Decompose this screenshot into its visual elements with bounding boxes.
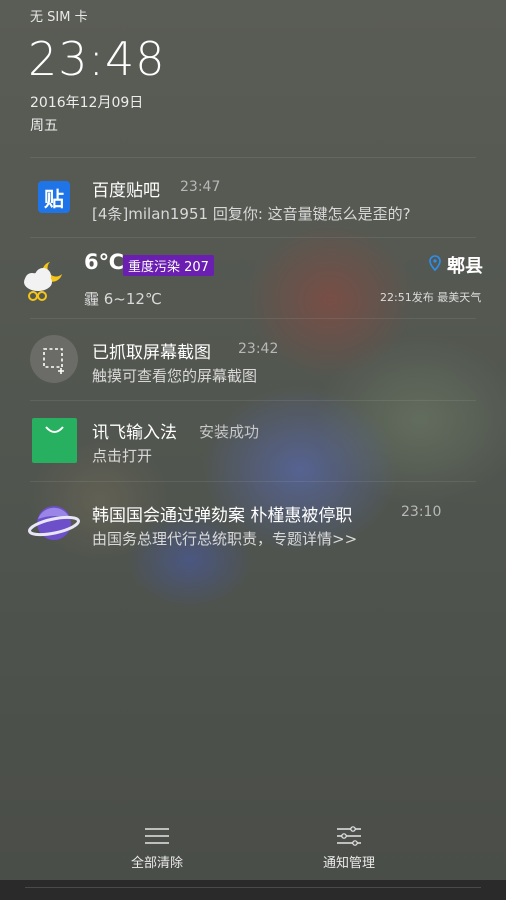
notification-title: 韩国国会通过弹劾案 朴槿惠被停职 [92,506,353,526]
divider [30,157,476,158]
notification-time: 23:47 [180,179,221,195]
notification-body: 点击打开 [92,447,153,465]
notification-body: 触摸可查看您的屏幕截图 [92,367,258,385]
notification-title: 已抓取屏幕截图 [92,343,211,363]
notification-time: 23:42 [238,341,279,357]
lockscreen-clock: 23:48 [28,32,166,86]
navigation-bar [0,880,506,900]
notification-body: [4条]milan1951 回复你: 这音量键怎么是歪的? [92,205,411,223]
notification-weather[interactable] [0,238,506,318]
notification-screenshot[interactable]: 已抓取屏幕截图 23:42 触摸可查看您的屏幕截图 [0,319,506,399]
ifly-bag-icon [32,418,77,463]
tieba-icon: 贴 [38,181,70,213]
notification-time: 23:10 [401,504,442,520]
install-status: 安装成功 [199,423,260,441]
clear-all-icon [145,828,169,844]
notification-manage-button[interactable]: 通知管理 [289,810,409,880]
notification-manage-label: 通知管理 [322,856,375,871]
notification-title: 百度贴吧 [92,181,160,201]
weather-location: 郫县 [447,256,483,277]
notification-body: 由国务总理代行总统职责，专题详情>> [92,530,358,548]
nav-divider [25,887,481,888]
notification-news[interactable]: 韩国国会通过弹劾案 朴槿惠被停职 23:10 由国务总理代行总统职责，专题详情>… [0,482,506,562]
planet-icon [28,506,80,540]
weather-temperature: 6℃ [84,250,125,274]
screenshot-icon [30,335,78,383]
notification-title: 讯飞输入法 [92,423,177,443]
location-pin-icon [429,255,441,271]
weather-cloud-sun-icon [24,262,62,301]
clear-all-label: 全部清除 [130,856,183,871]
status-bar-carrier: 无 SIM 卡 [30,10,88,25]
notification-tieba[interactable]: 贴 百度贴吧 23:47 [4条]milan1951 回复你: 这音量键怎么是歪… [0,160,506,236]
sliders-icon [337,826,361,846]
bottom-action-bar: 全部清除 通知管理 [0,810,506,880]
clear-all-button[interactable]: 全部清除 [97,810,217,880]
aqi-badge: 重度污染 207 [123,255,214,276]
weather-published: 22:51发布 最美天气 [380,291,482,304]
lockscreen-date: 2016年12月09日 [30,95,144,111]
lockscreen-weekday: 周五 [30,118,58,134]
weather-condition-range: 霾 6~12℃ [84,290,162,308]
